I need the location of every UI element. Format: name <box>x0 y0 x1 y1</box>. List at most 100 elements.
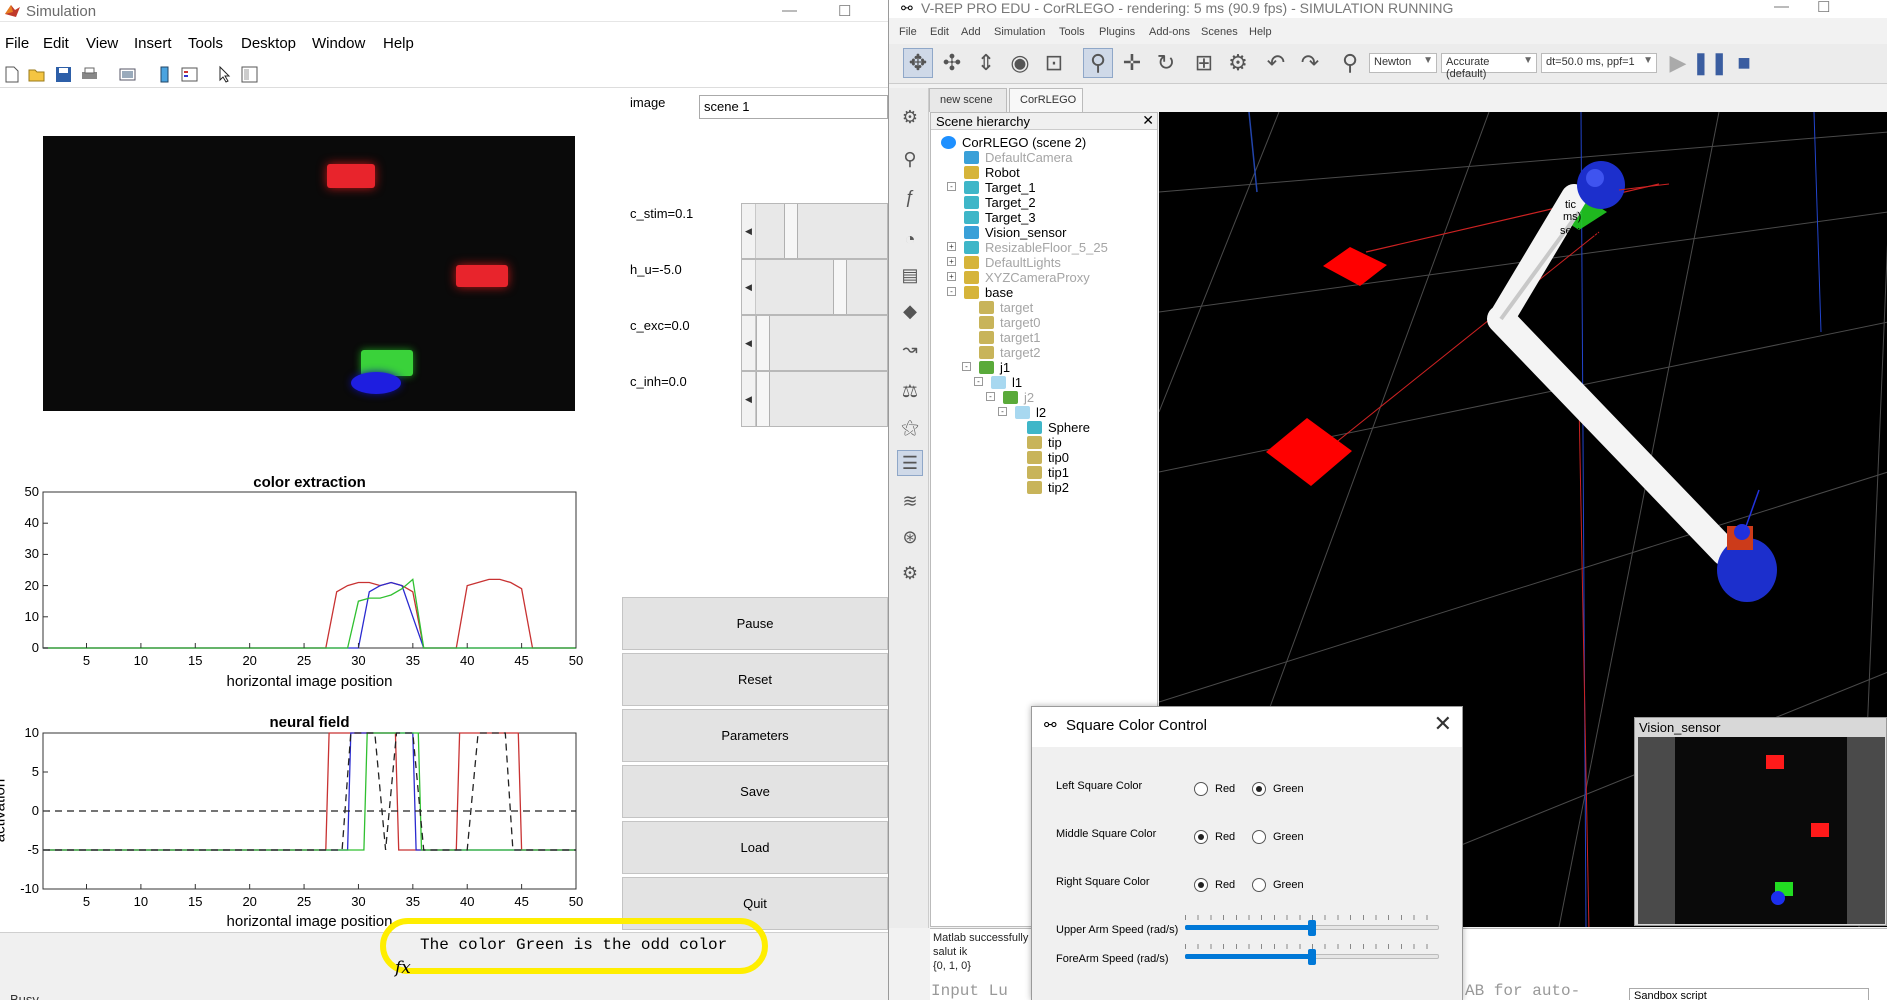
slider-left-arrow-icon[interactable]: ◀ <box>742 316 756 370</box>
menu-plugins[interactable]: Plugins <box>1099 26 1135 38</box>
maximize-button[interactable]: ☐ <box>1817 0 1830 16</box>
slider-left-arrow-icon[interactable]: ◀ <box>742 204 756 258</box>
slider-thumb[interactable] <box>784 204 798 258</box>
redo-icon[interactable]: ↷ <box>1295 48 1325 78</box>
minimize-button[interactable]: — <box>1774 0 1789 15</box>
hierarchy-icon[interactable]: ☰ <box>897 450 923 476</box>
new-file-icon[interactable] <box>2 65 21 84</box>
expand-icon[interactable]: + <box>947 242 956 251</box>
object-shift-icon[interactable]: ✥ <box>903 48 933 78</box>
menu-tools[interactable]: Tools <box>188 35 223 52</box>
slider-thumb[interactable] <box>833 260 847 314</box>
left-green-radio[interactable]: Green <box>1252 782 1304 796</box>
user-settings-icon[interactable]: ⚙ <box>897 560 923 586</box>
collapse-icon[interactable]: - <box>947 182 956 191</box>
shapes-icon[interactable]: ◆ <box>897 298 923 324</box>
menu-help[interactable]: Help <box>1249 26 1272 38</box>
calc-modules-icon[interactable]: ƒ <box>897 184 923 210</box>
menu-add-ons[interactable]: Add-ons <box>1149 26 1190 38</box>
c-inh-slider[interactable]: ◀ <box>741 371 888 427</box>
close-icon[interactable]: ✕ <box>1434 711 1452 737</box>
pointer-icon[interactable] <box>215 65 234 84</box>
right-red-radio[interactable]: Red <box>1194 878 1235 892</box>
minimize-button[interactable]: — <box>782 2 797 19</box>
collapse-icon[interactable]: - <box>947 287 956 296</box>
rotate-object-icon[interactable]: ↻ <box>1151 48 1181 78</box>
camera-pan-icon[interactable]: ⇕ <box>971 48 1001 78</box>
link-plot-icon[interactable] <box>118 65 137 84</box>
menu-simulation[interactable]: Simulation <box>994 26 1045 38</box>
upper-arm-speed-slider[interactable] <box>1185 915 1439 936</box>
image-scene-field[interactable]: scene 1 <box>699 95 888 119</box>
dynamics-icon[interactable]: ⚖ <box>897 378 923 404</box>
camera-icon[interactable]: ◉ <box>1005 48 1035 78</box>
expand-icon[interactable]: + <box>947 257 956 266</box>
forearm-speed-slider[interactable] <box>1185 944 1439 965</box>
middle-red-radio[interactable]: Red <box>1194 830 1235 844</box>
expand-icon[interactable]: + <box>947 272 956 281</box>
menu-file[interactable]: File <box>5 35 29 52</box>
ik-icon[interactable]: ⚝ <box>897 414 923 440</box>
menu-help[interactable]: Help <box>383 35 414 52</box>
open-folder-icon[interactable] <box>27 65 46 84</box>
slider-thumb[interactable] <box>756 372 770 426</box>
scripts-icon[interactable]: ▤ <box>897 262 923 288</box>
c-stim-slider[interactable]: ◀ <box>741 203 888 259</box>
collections-icon[interactable]: ◔ <box>897 226 923 252</box>
print-icon[interactable] <box>80 65 99 84</box>
video-recorder-icon[interactable]: ⊛ <box>897 524 923 550</box>
vision-sensor-view[interactable]: Vision_sensor <box>1634 717 1887 926</box>
engine-settings-icon[interactable]: ⚲ <box>1335 48 1365 78</box>
slider-left-arrow-icon[interactable]: ◀ <box>742 372 756 426</box>
left-red-radio[interactable]: Red <box>1194 782 1235 796</box>
assemble-icon[interactable]: ⊞ <box>1189 48 1219 78</box>
load-button[interactable]: Load <box>622 821 888 874</box>
menu-insert[interactable]: Insert <box>134 35 172 52</box>
menu-file[interactable]: File <box>899 26 917 38</box>
right-green-radio[interactable]: Green <box>1252 878 1304 892</box>
simulation-settings-icon[interactable]: ⚙ <box>897 104 923 130</box>
slider-thumb[interactable] <box>756 316 770 370</box>
menu-desktop[interactable]: Desktop <box>241 35 296 52</box>
accuracy-select[interactable]: Accurate (default) ▼ <box>1441 53 1537 80</box>
reset-button[interactable]: Reset <box>622 653 888 706</box>
physics-engine-select[interactable]: Newton ▼ <box>1369 53 1437 73</box>
lua-command-input[interactable]: Input Lu <box>931 982 1008 1000</box>
pause-icon[interactable]: ❚❚ <box>1692 48 1729 78</box>
menu-edit[interactable]: Edit <box>43 35 69 52</box>
sandbox-script-select[interactable]: Sandbox script <box>1629 988 1869 1000</box>
move-object-icon[interactable]: ✛ <box>1117 48 1147 78</box>
menu-view[interactable]: View <box>86 35 118 52</box>
middle-green-radio[interactable]: Green <box>1252 830 1304 844</box>
close-icon[interactable]: ✕ <box>1142 112 1154 129</box>
play-icon[interactable]: ▶ <box>1663 48 1693 78</box>
path-icon[interactable]: ↝ <box>897 336 923 362</box>
save-icon[interactable] <box>54 65 73 84</box>
menu-tools[interactable]: Tools <box>1059 26 1085 38</box>
pause-button[interactable]: Pause <box>622 597 888 650</box>
c-exc-slider[interactable]: ◀ <box>741 315 888 371</box>
collapse-icon[interactable]: - <box>974 377 983 386</box>
slider-knob[interactable] <box>1308 920 1316 936</box>
menu-add[interactable]: Add <box>961 26 981 38</box>
property-editor-icon[interactable] <box>240 65 259 84</box>
hierarchy-item[interactable]: tip2 <box>1027 478 1069 496</box>
collapse-icon[interactable]: - <box>998 407 1007 416</box>
tab-corrlego[interactable]: CorRLEGO <box>1009 88 1083 112</box>
maximize-button[interactable]: ☐ <box>838 2 851 20</box>
function-fx-icon[interactable]: fx <box>395 958 411 978</box>
menu-edit[interactable]: Edit <box>930 26 949 38</box>
tab-new-scene[interactable]: new scene <box>929 88 1007 112</box>
collapse-icon[interactable]: - <box>962 362 971 371</box>
collapse-icon[interactable]: - <box>986 392 995 401</box>
fit-view-icon[interactable]: ⊡ <box>1039 48 1069 78</box>
object-rotate-icon[interactable]: ✣ <box>937 48 967 78</box>
slider-knob[interactable] <box>1308 949 1316 965</box>
transfer-dna-icon[interactable]: ⚙ <box>1223 48 1253 78</box>
h-u-slider[interactable]: ◀ <box>741 259 888 315</box>
select-icon[interactable]: ⚲ <box>1083 48 1113 78</box>
stop-icon[interactable]: ■ <box>1729 48 1759 78</box>
legend-icon[interactable] <box>180 65 199 84</box>
undo-icon[interactable]: ↶ <box>1261 48 1291 78</box>
zoom-icon[interactable]: ⚲ <box>897 146 923 172</box>
